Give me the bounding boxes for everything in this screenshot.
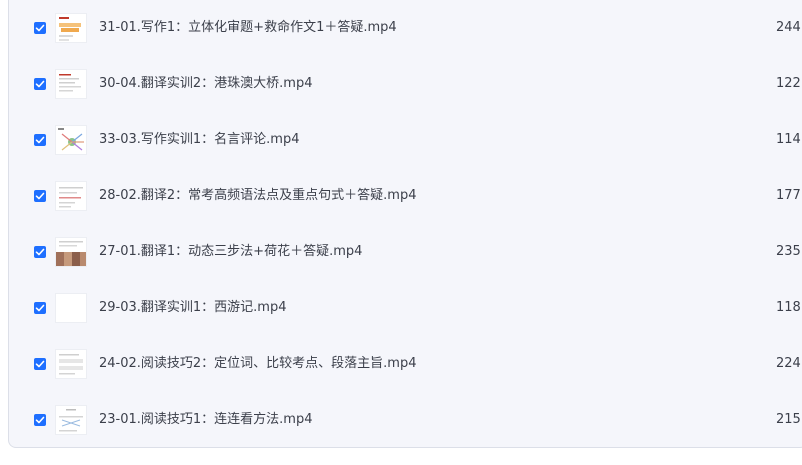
- file-row[interactable]: 24-02.阅读技巧2：定位词、比较考点、段落主旨.mp4 224l: [9, 336, 802, 392]
- checkbox-checked[interactable]: [34, 22, 46, 34]
- checkmark-icon: [35, 136, 45, 144]
- file-name[interactable]: 27-01.翻译1：动态三步法+荷花＋答疑.mp4: [99, 243, 362, 261]
- file-name[interactable]: 29-03.翻译实训1：西游记.mp4: [99, 299, 287, 317]
- file-row[interactable]: 33-03.写作实训1：名言评论.mp4 114l: [9, 112, 802, 168]
- file-name[interactable]: 23-01.阅读技巧1：连连看方法.mp4: [99, 411, 313, 429]
- file-size: 235.: [776, 244, 802, 259]
- video-thumbnail-icon: [55, 293, 87, 323]
- file-row[interactable]: 31-01.写作1：立体化审题+救命作文1＋答疑.mp4 244.: [9, 0, 802, 56]
- video-thumbnail-icon: [55, 237, 87, 267]
- file-row[interactable]: 30-04.翻译实训2：港珠澳大桥.mp4 122.: [9, 56, 802, 112]
- file-list-panel: 31-01.写作1：立体化审题+救命作文1＋答疑.mp4 244. 30-04.…: [8, 0, 802, 448]
- checkmark-icon: [35, 360, 45, 368]
- file-name[interactable]: 28-02.翻译2：常考高频语法点及重点句式＋答疑.mp4: [99, 187, 417, 205]
- file-row[interactable]: 27-01.翻译1：动态三步法+荷花＋答疑.mp4 235.: [9, 224, 802, 280]
- checkbox-checked[interactable]: [34, 358, 46, 370]
- file-size: 215.: [776, 412, 802, 427]
- checkmark-icon: [35, 80, 45, 88]
- checkmark-icon: [35, 304, 45, 312]
- file-name[interactable]: 30-04.翻译实训2：港珠澳大桥.mp4: [99, 75, 313, 93]
- video-thumbnail-icon: [55, 405, 87, 435]
- video-thumbnail-icon: [55, 181, 87, 211]
- checkbox-checked[interactable]: [34, 190, 46, 202]
- file-row[interactable]: 23-01.阅读技巧1：连连看方法.mp4 215.: [9, 392, 802, 447]
- checkbox-checked[interactable]: [34, 302, 46, 314]
- checkbox-checked[interactable]: [34, 246, 46, 258]
- file-name[interactable]: 31-01.写作1：立体化审题+救命作文1＋答疑.mp4: [99, 19, 397, 37]
- video-thumbnail-icon: [55, 13, 87, 43]
- checkbox-checked[interactable]: [34, 78, 46, 90]
- file-size: 224l: [776, 356, 802, 371]
- file-name[interactable]: 24-02.阅读技巧2：定位词、比较考点、段落主旨.mp4: [99, 355, 417, 373]
- file-row[interactable]: 29-03.翻译实训1：西游记.mp4 118.: [9, 280, 802, 336]
- file-size: 177.: [776, 188, 802, 203]
- file-size: 244.: [776, 20, 802, 35]
- file-size: 122.: [776, 76, 802, 91]
- file-size: 114l: [776, 132, 802, 147]
- video-thumbnail-icon: [55, 349, 87, 379]
- checkbox-checked[interactable]: [34, 134, 46, 146]
- file-row[interactable]: 28-02.翻译2：常考高频语法点及重点句式＋答疑.mp4 177.: [9, 168, 802, 224]
- checkmark-icon: [35, 248, 45, 256]
- video-thumbnail-icon: [55, 69, 87, 99]
- video-thumbnail-icon: [55, 125, 87, 155]
- checkmark-icon: [35, 192, 45, 200]
- file-name[interactable]: 33-03.写作实训1：名言评论.mp4: [99, 131, 300, 149]
- checkbox-checked[interactable]: [34, 414, 46, 426]
- checkmark-icon: [35, 416, 45, 424]
- file-size: 118.: [776, 300, 802, 315]
- checkmark-icon: [35, 24, 45, 32]
